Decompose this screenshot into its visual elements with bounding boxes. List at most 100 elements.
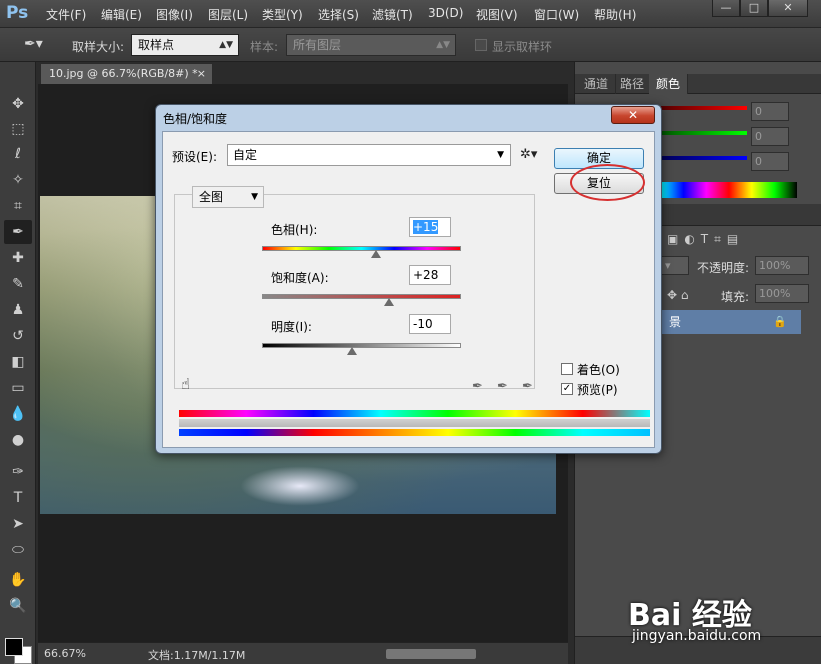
options-bar: ✒▾ 取样大小: 取样点 ▲▼ 样本: 所有图层 ▲▼ 显示取样环 — [0, 28, 821, 62]
sample-value: 所有图层 — [293, 38, 342, 52]
sample-size-select[interactable]: 取样点 ▲▼ — [131, 34, 239, 56]
tab-color[interactable]: 颜色 — [649, 74, 689, 94]
menu-window[interactable]: 窗口(W) — [534, 6, 579, 23]
clone-stamp-icon[interactable]: ♟ — [4, 298, 32, 322]
pen-tool-icon[interactable]: ✑ — [4, 460, 32, 484]
show-ring-label: 显示取样环 — [492, 40, 553, 54]
crop-tool-icon[interactable]: ⌗ — [4, 194, 32, 218]
saturation-label: 饱和度(A): — [271, 271, 329, 285]
window-close-button[interactable]: ✕ — [768, 0, 808, 17]
lightness-slider-thumb[interactable] — [346, 347, 357, 355]
eraser-tool-icon[interactable]: ◧ — [4, 350, 32, 374]
menu-file[interactable]: 文件(F) — [46, 6, 86, 23]
eyedropper-minus-icon[interactable]: ✒ — [522, 379, 533, 394]
colorize-checkbox[interactable] — [561, 363, 573, 375]
healing-brush-icon[interactable]: ✚ — [4, 246, 32, 270]
horizontal-scroll-thumb[interactable] — [386, 649, 476, 659]
brush-tool-icon[interactable]: ✎ — [4, 272, 32, 296]
green-value-input[interactable]: 0 — [751, 127, 789, 146]
zoom-tool-icon[interactable]: 🔍 — [4, 594, 32, 618]
foreground-color-swatch[interactable] — [5, 638, 23, 656]
layer-filter-icons[interactable]: ▣◐T⌗▤ — [667, 232, 744, 247]
lightness-slider-track[interactable] — [262, 343, 461, 348]
channel-select[interactable]: 全图 ▼ — [192, 186, 264, 208]
ellipse-tool-icon[interactable]: ⬭ — [4, 538, 32, 562]
menu-image[interactable]: 图像(I) — [156, 6, 193, 23]
blue-value-input[interactable]: 0 — [751, 152, 789, 171]
show-ring-checkbox[interactable] — [475, 39, 487, 51]
tab-channels[interactable]: 通道 — [577, 74, 617, 94]
targeted-adjustment-icon[interactable]: ☝ — [181, 375, 190, 393]
gradient-tool-icon[interactable]: ▭ — [4, 376, 32, 400]
eyedropper-tool-icon[interactable]: ✒▾ — [24, 36, 43, 52]
preview-checkbox[interactable]: ✓ — [561, 383, 573, 395]
saturation-value: +28 — [413, 268, 439, 282]
dialog-close-button[interactable]: ✕ — [611, 106, 655, 124]
lightness-input[interactable]: -10 — [409, 314, 451, 334]
maximize-button[interactable]: □ — [740, 0, 768, 17]
eyedropper-plus-icon[interactable]: ✒ — [497, 379, 508, 394]
layer-row-background[interactable]: 景 🔒 — [661, 310, 801, 334]
adjustment-group — [174, 194, 535, 389]
reset-button[interactable]: 复位 — [554, 173, 644, 194]
preset-select[interactable]: 自定 ▼ — [227, 144, 511, 166]
layer-name: 景 — [669, 315, 682, 329]
sample-label: 样本: — [250, 40, 279, 54]
blend-mode-select[interactable]: ▾ — [661, 256, 689, 275]
magic-wand-tool-icon[interactable]: ✧ — [4, 168, 32, 192]
gear-icon[interactable]: ✲▾ — [520, 147, 537, 162]
minimize-button[interactable]: — — [712, 0, 740, 17]
opacity-input[interactable]: 100% — [755, 256, 809, 275]
menu-help[interactable]: 帮助(H) — [594, 6, 636, 23]
hue-slider-track[interactable] — [262, 246, 461, 251]
tools-panel: ✥ ⬚ ℓ ✧ ⌗ ✒ ✚ ✎ ♟ ↺ ◧ ▭ 💧 ● ✑ T ➤ ⬭ ✋ 🔍 — [0, 62, 36, 664]
green-slider[interactable] — [661, 131, 747, 135]
input-color-bar — [179, 410, 650, 417]
dodge-tool-icon[interactable]: ● — [4, 428, 32, 452]
colorize-label: 着色(O) — [577, 363, 620, 377]
red-slider[interactable] — [661, 106, 747, 110]
close-icon[interactable]: × — [197, 64, 206, 84]
menu-layer[interactable]: 图层(L) — [208, 6, 248, 23]
path-select-icon[interactable]: ➤ — [4, 512, 32, 536]
lasso-tool-icon[interactable]: ℓ — [4, 142, 32, 166]
opacity-value: 100% — [759, 259, 791, 272]
move-tool-icon[interactable]: ✥ — [4, 92, 32, 116]
fill-input[interactable]: 100% — [755, 284, 809, 303]
document-tab[interactable]: 10.jpg @ 66.7%(RGB/8#) * × — [40, 63, 213, 84]
hue-saturation-dialog: 色相/饱和度 ✕ 预设(E): 自定 ▼ ✲▾ 确定 复位 全图 ▼ 色相(H)… — [155, 104, 662, 454]
eyedropper-icon[interactable]: ✒ — [472, 379, 483, 394]
history-brush-icon[interactable]: ↺ — [4, 324, 32, 348]
marquee-tool-icon[interactable]: ⬚ — [4, 117, 32, 141]
menu-type[interactable]: 类型(Y) — [262, 6, 303, 23]
red-value-input[interactable]: 0 — [751, 102, 789, 121]
sample-size-value: 取样点 — [138, 38, 175, 52]
photoshop-logo: Ps — [6, 3, 29, 23]
menu-3d[interactable]: 3D(D) — [428, 6, 463, 20]
blue-slider[interactable] — [661, 156, 747, 160]
saturation-slider-track[interactable] — [262, 294, 461, 299]
lock-icons[interactable]: ✥ ⌂ — [667, 288, 689, 302]
lock-icon: 🔒 — [773, 315, 787, 328]
saturation-slider-thumb[interactable] — [384, 298, 395, 306]
hand-tool-icon[interactable]: ✋ — [4, 568, 32, 592]
tab-paths[interactable]: 路径 — [613, 74, 653, 94]
menu-view[interactable]: 视图(V) — [476, 6, 518, 23]
menu-filter[interactable]: 滤镜(T) — [372, 6, 413, 23]
saturation-input[interactable]: +28 — [409, 265, 451, 285]
eyedropper-tool-icon[interactable]: ✒ — [4, 220, 32, 244]
opacity-label: 不透明度: — [697, 261, 750, 275]
sample-size-label: 取样大小: — [72, 40, 125, 54]
hue-input[interactable]: +15 — [409, 217, 451, 237]
sample-select[interactable]: 所有图层 ▲▼ — [286, 34, 456, 56]
type-tool-icon[interactable]: T — [4, 486, 32, 510]
menu-select[interactable]: 选择(S) — [318, 6, 359, 23]
ok-button[interactable]: 确定 — [554, 148, 644, 169]
hue-slider-thumb[interactable] — [371, 250, 382, 258]
zoom-level[interactable]: 66.67% — [44, 647, 86, 660]
preset-label: 预设(E): — [172, 150, 217, 164]
color-spectrum-bar[interactable] — [661, 182, 797, 198]
menu-edit[interactable]: 编辑(E) — [101, 6, 142, 23]
baidu-watermark: Bai 经验 jingyan.baidu.com — [628, 590, 818, 660]
blur-tool-icon[interactable]: 💧 — [4, 402, 32, 426]
